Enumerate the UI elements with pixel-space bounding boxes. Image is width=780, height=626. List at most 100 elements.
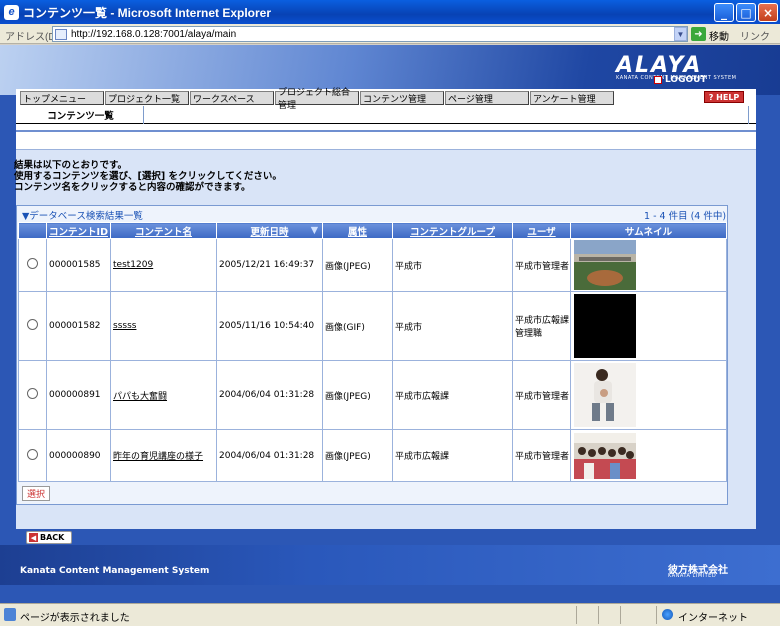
back-label: BACK <box>40 533 65 542</box>
cell-name: test1209 <box>110 238 217 292</box>
page-done-icon <box>4 608 16 621</box>
content-name-link[interactable]: test1209 <box>113 260 153 270</box>
cell-name: 昨年の育児講座の様子 <box>110 429 217 482</box>
status-bar: ページが表示されました インターネット <box>0 603 780 626</box>
cell-id: 000001582 <box>46 291 111 361</box>
help-label: HELP <box>716 92 740 102</box>
logout-label: LOGOUT <box>665 75 707 85</box>
menu-item-workspace[interactable]: ワークスペース <box>190 91 274 105</box>
col-updated-label: 更新日時 <box>250 226 289 238</box>
sort-desc-icon: ▼ <box>310 225 318 236</box>
menu-item-top[interactable]: トップメニュー <box>20 91 104 105</box>
back-arrow-icon: ◀ <box>29 533 38 542</box>
cell-date: 2005/12/21 16:49:37 <box>216 238 323 292</box>
cell-user: 平成市広報課管理職 <box>512 291 571 361</box>
col-updated[interactable]: 更新日時 ▼ <box>216 222 323 239</box>
row-select-cell <box>18 360 47 430</box>
content-name-link[interactable]: 昨年の育児講座の様子 <box>113 452 203 462</box>
ie-icon: e <box>4 4 19 20</box>
go-button[interactable]: 移動 <box>709 28 729 43</box>
address-bar: アドレス(D) http://192.168.0.128:7001/alaya/… <box>0 24 780 44</box>
address-input[interactable]: http://192.168.0.128:7001/alaya/main <box>52 26 688 42</box>
chevron-down-icon[interactable]: ▼ <box>674 27 687 41</box>
menu-item-content-admin[interactable]: コンテンツ管理 <box>360 91 444 105</box>
col-attribute[interactable]: 属性 <box>322 222 393 239</box>
page-area: ALAYA KANATA CONTENT MANAGEMENT SYSTEM L… <box>0 45 780 603</box>
cell-thumb <box>570 238 727 292</box>
table-row: 000000890 昨年の育児講座の様子 2004/06/04 01:31:28… <box>18 429 727 482</box>
table-row: 000000891 パパも大奮闘 2004/06/04 01:31:28 画像(… <box>18 360 727 430</box>
cell-group: 平成市 <box>392 238 513 292</box>
col-content-id[interactable]: コンテントID <box>46 222 111 239</box>
results-title: ▼データベース検索結果一覧 <box>22 211 143 222</box>
back-button[interactable]: ◀ BACK <box>26 531 72 544</box>
row-select-cell <box>18 429 47 482</box>
footer-band <box>0 545 780 585</box>
security-zone: インターネット <box>678 613 748 624</box>
row-radio[interactable] <box>27 258 38 269</box>
menu-item-survey-admin[interactable]: アンケート管理 <box>530 91 614 105</box>
status-divider <box>656 606 657 624</box>
cell-attr: 画像(GIF) <box>322 291 393 361</box>
cell-id: 000000891 <box>46 360 111 430</box>
content-name-link[interactable]: sssss <box>113 321 136 331</box>
cell-user: 平成市管理者 <box>512 429 571 482</box>
divider <box>16 130 756 132</box>
tab-content-list[interactable]: コンテンツ一覧 <box>18 106 144 124</box>
minimize-button[interactable]: _ <box>714 3 734 22</box>
col-content-group[interactable]: コンテントグループ <box>392 222 513 239</box>
col-thumbnail: サムネイル <box>570 222 727 239</box>
help-icon: ? <box>708 92 714 102</box>
cell-name: パパも大奮闘 <box>110 360 217 430</box>
address-url: http://192.168.0.128:7001/alaya/main <box>71 28 237 40</box>
cell-id: 000000890 <box>46 429 111 482</box>
instructions: 結果は以下のとおりです。 使用するコンテンツを選び、[選択] をクリックしてくだ… <box>14 160 282 193</box>
row-radio[interactable] <box>27 388 38 399</box>
table-row: 000001585 test1209 2005/12/21 16:49:37 画… <box>18 238 727 292</box>
cell-user: 平成市管理者 <box>512 238 571 292</box>
col-user[interactable]: ユーザ <box>512 222 571 239</box>
links-button[interactable]: リンク <box>740 28 770 43</box>
logout-icon <box>654 76 662 84</box>
maximize-button[interactable]: □ <box>736 3 756 22</box>
page-icon <box>55 29 67 40</box>
go-arrow-icon[interactable]: ➜ <box>691 27 706 41</box>
results-table: コンテントID コンテント名 更新日時 ▼ 属性 コンテントグループ ユーザ サ… <box>18 222 727 482</box>
window-titlebar: e コンテンツ一覧 - Microsoft Internet Explorer <box>0 0 780 24</box>
cell-date: 2004/06/04 01:31:28 <box>216 360 323 430</box>
logout-link[interactable]: LOGOUT <box>654 75 707 85</box>
row-radio[interactable] <box>27 448 38 460</box>
menu-item-project-admin[interactable]: プロジェクト総合管理 <box>275 88 359 111</box>
row-radio[interactable] <box>27 319 38 330</box>
cell-date: 2005/11/16 10:54:40 <box>216 291 323 361</box>
col-content-name[interactable]: コンテント名 <box>110 222 217 239</box>
menu-item-projects[interactable]: プロジェクト一覧 <box>105 91 189 105</box>
cell-thumb <box>570 291 727 361</box>
cell-attr: 画像(JPEG) <box>322 360 393 430</box>
thumbnail-black <box>574 294 636 358</box>
cell-date: 2004/06/04 01:31:28 <box>216 429 323 482</box>
subtab-filler <box>145 106 749 124</box>
cell-group: 平成市 <box>392 291 513 361</box>
status-text: ページが表示されました <box>20 613 130 624</box>
status-divider <box>620 606 621 624</box>
cell-attr: 画像(JPEG) <box>322 238 393 292</box>
close-button[interactable]: × <box>758 3 778 22</box>
thumbnail-group-photo <box>574 432 636 479</box>
globe-icon <box>662 609 673 620</box>
table-row: 000001582 sssss 2005/11/16 10:54:40 画像(G… <box>18 291 727 361</box>
help-button[interactable]: ? HELP <box>704 91 744 103</box>
select-button[interactable]: 選択 <box>22 486 50 501</box>
row-select-cell <box>18 238 47 292</box>
cell-group: 平成市広報課 <box>392 429 513 482</box>
menu-item-page-admin[interactable]: ページ管理 <box>445 91 529 105</box>
results-count: 1 - 4 件目 (4 件中) <box>644 211 727 222</box>
content-name-link[interactable]: パパも大奮闘 <box>113 392 167 402</box>
thumbnail-father-child <box>574 363 636 427</box>
menu-bar: トップメニュー プロジェクト一覧 ワークスペース プロジェクト総合管理 コンテン… <box>16 88 756 124</box>
cell-user: 平成市管理者 <box>512 360 571 430</box>
row-select-cell <box>18 291 47 361</box>
company-logo-subtitle: KANATA LIMITED <box>668 573 717 579</box>
cell-thumb <box>570 429 727 482</box>
footer-text: Kanata Content Management System <box>20 566 210 576</box>
